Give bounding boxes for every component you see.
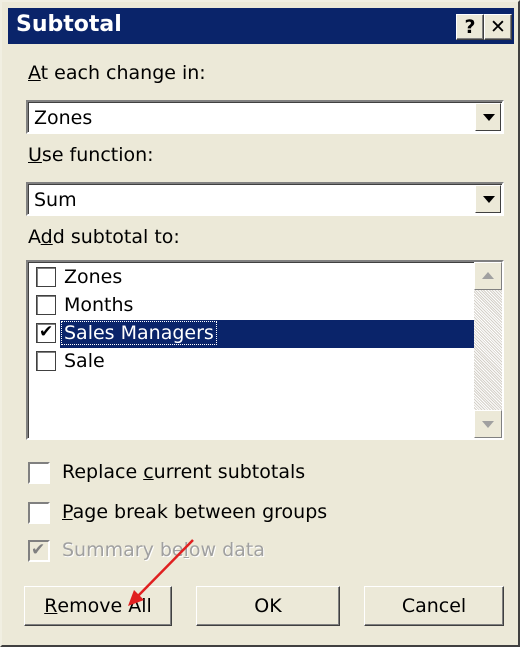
use-function-label: Use function: (28, 144, 154, 166)
at-each-change-dropdown-button[interactable] (475, 103, 501, 131)
replace-current-subtotals-option[interactable]: Replace current subtotals (28, 460, 388, 486)
use-function-value: Sum (34, 189, 77, 211)
ok-button[interactable]: OK (196, 586, 340, 626)
dialog-title: Subtotal (16, 12, 122, 37)
use-function-combo[interactable]: Sum (26, 182, 504, 216)
at-each-change-label: At each change in: (28, 62, 206, 84)
scroll-up-button[interactable] (474, 262, 502, 290)
replace-current-subtotals-checkbox[interactable] (28, 462, 50, 484)
cancel-button[interactable]: Cancel (364, 586, 504, 626)
close-icon: ✕ (490, 16, 506, 38)
sales-managers-checkbox[interactable]: ✔ (36, 322, 56, 343)
help-icon: ? (464, 16, 476, 38)
checkmark-icon: ✔ (39, 322, 54, 342)
checkmark-icon: ✔ (31, 540, 46, 560)
page-break-option[interactable]: Page break between groups (28, 500, 388, 526)
page-break-label: Page break between groups (62, 501, 328, 523)
list-item-sales-managers[interactable]: ✔ Sales Managers (30, 320, 474, 348)
list-item-label: Sales Managers (61, 321, 217, 345)
remove-all-button[interactable]: Remove All (24, 586, 172, 626)
chevron-up-icon (482, 272, 494, 279)
add-subtotal-listbox[interactable]: Zones Months ✔ Sales Managers Sale (26, 260, 504, 440)
chevron-down-icon (483, 196, 495, 203)
list-item-sale[interactable]: Sale (30, 348, 474, 376)
at-each-change-combo[interactable]: Zones (26, 100, 504, 134)
list-item-zones[interactable]: Zones (30, 264, 474, 292)
scroll-down-button[interactable] (474, 410, 502, 438)
use-function-dropdown-button[interactable] (475, 185, 501, 213)
months-checkbox[interactable] (36, 295, 56, 315)
at-each-change-value: Zones (34, 107, 93, 129)
list-item-label: Months (64, 294, 134, 316)
list-item-label: Zones (64, 266, 123, 288)
subtotal-dialog: Subtotal ? ✕ At each change in: Zones Us… (0, 0, 520, 647)
summary-below-data-checkbox: ✔ (28, 540, 50, 562)
close-button[interactable]: ✕ (484, 14, 512, 40)
replace-current-subtotals-label: Replace current subtotals (62, 461, 306, 483)
listbox-scrollbar[interactable] (474, 262, 502, 438)
title-bar[interactable]: Subtotal ? ✕ (8, 8, 514, 44)
list-item-label: Sale (64, 350, 105, 372)
list-item-months[interactable]: Months (30, 292, 474, 320)
summary-below-data-label: Summary below data (62, 539, 265, 561)
help-button[interactable]: ? (456, 14, 484, 40)
page-break-checkbox[interactable] (28, 502, 50, 524)
summary-below-data-option: ✔ Summary below data (28, 538, 388, 564)
chevron-down-icon (482, 421, 494, 428)
chevron-down-icon (483, 114, 495, 121)
zones-checkbox[interactable] (36, 267, 56, 287)
add-subtotal-label: Add subtotal to: (28, 226, 180, 248)
sale-checkbox[interactable] (36, 351, 56, 371)
